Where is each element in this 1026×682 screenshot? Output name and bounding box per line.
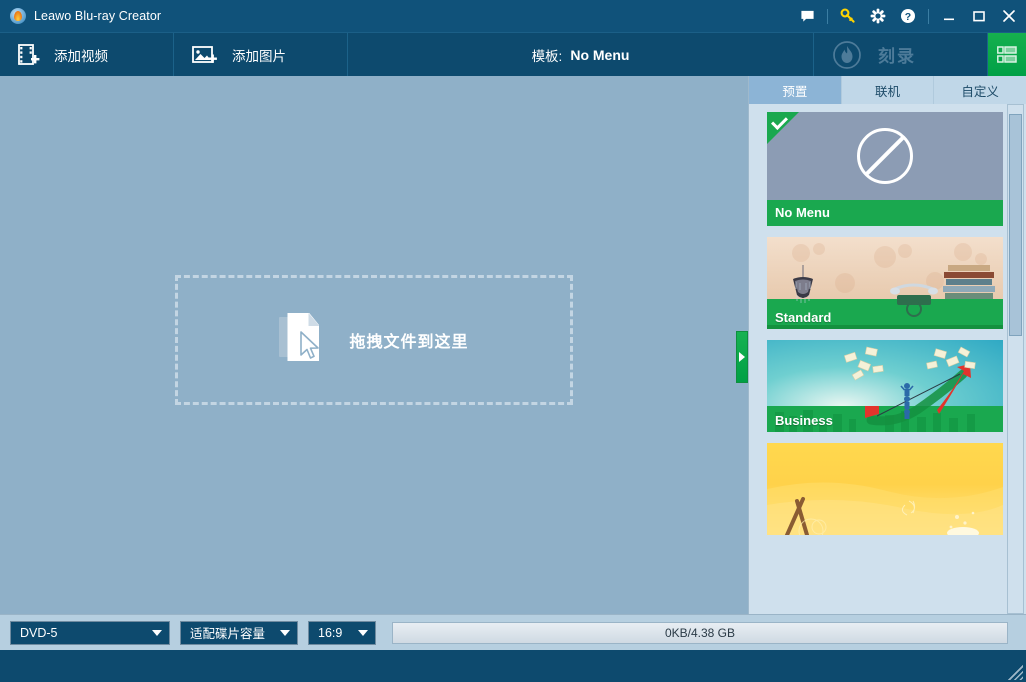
template-list: No Menu [767,112,1016,535]
title-bar-controls: ? [792,0,1026,32]
burn-button[interactable]: 刻录 [814,33,988,76]
cursor-arrow-icon [299,331,321,361]
fit-mode-value: 适配碟片容量 [190,623,265,642]
scrollbar-thumb[interactable] [1009,114,1022,336]
add-photo-button[interactable]: 添加图片 [174,33,348,76]
template-card-business[interactable]: Business [767,340,1003,432]
yellow-artwork [767,443,1003,535]
gear-icon [870,8,886,24]
settings-button[interactable] [863,0,893,32]
speech-bubble-icon [800,9,815,24]
divider [928,9,929,24]
disc-type-value: DVD-5 [20,626,58,640]
template-scrollbar[interactable] [1007,104,1024,614]
divider [827,9,828,24]
template-indicator[interactable]: 模板: No Menu [348,33,814,76]
minimize-icon [942,9,956,23]
title-bar: Leawo Blu-ray Creator [0,0,1026,32]
yellow-art-svg [767,443,1003,535]
resize-grip[interactable] [1007,664,1023,680]
template-tabs: 预置 联机 自定义 [749,76,1026,104]
template-card-yellow[interactable] [767,443,1003,535]
maximize-button[interactable] [964,0,994,32]
aspect-ratio-value: 16:9 [318,626,342,640]
template-thumbnail [767,112,1003,200]
file-dropzone[interactable]: 拖拽文件到这里 [175,275,573,405]
template-value: No Menu [570,47,629,63]
content-area[interactable]: 拖拽文件到这里 [0,76,748,614]
disc-type-select[interactable]: DVD-5 [10,621,170,645]
application-window: Leawo Blu-ray Creator [0,0,1026,682]
title-bar-left: Leawo Blu-ray Creator [0,8,161,24]
leawo-flame-disc-icon [10,8,26,24]
close-icon [1001,8,1017,24]
chevron-down-icon [280,630,290,636]
svg-text:?: ? [905,11,911,23]
feedback-button[interactable] [792,0,822,32]
template-thumbnail: Business [767,340,1003,432]
add-video-button[interactable]: 添加视频 [0,33,174,76]
template-name: Standard [775,310,831,325]
dropzone-label: 拖拽文件到这里 [349,328,468,352]
template-name: No Menu [775,205,830,220]
fit-mode-select[interactable]: 适配碟片容量 [180,621,298,645]
template-label-bar: No Menu [767,200,1003,226]
tab-custom[interactable]: 自定义 [934,76,1026,104]
panel-collapse-handle[interactable] [736,331,748,383]
body-area: 拖拽文件到这里 预置 联机 自定义 [0,76,1026,614]
template-card-standard[interactable]: Standard [767,237,1003,329]
template-side-panel: 预置 联机 自定义 No Menu [748,76,1026,614]
window-title: Leawo Blu-ray Creator [34,9,161,23]
template-name: Business [775,413,833,428]
minimize-button[interactable] [934,0,964,32]
capacity-text: 0KB/4.38 GB [665,626,735,640]
maximize-icon [972,9,986,23]
document-cursor-icon [279,313,327,367]
close-button[interactable] [994,0,1024,32]
status-bar [0,650,1026,682]
chevron-down-icon [358,630,368,636]
no-entry-icon [857,128,913,184]
layout-panel-icon [996,45,1018,65]
flame-circle-icon [832,40,862,70]
template-card-no-menu[interactable]: No Menu [767,112,1003,226]
question-circle-icon: ? [900,8,916,24]
add-photo-label: 添加图片 [232,45,286,65]
burn-label: 刻录 [878,42,916,67]
film-plus-icon [18,43,40,67]
register-button[interactable] [833,0,863,32]
template-label: 模板: [532,45,563,65]
capacity-bar: 0KB/4.38 GB [392,622,1008,644]
chevron-down-icon [152,630,162,636]
image-plus-icon [192,43,218,67]
triangle-right-icon [739,352,745,362]
key-icon [840,8,856,24]
help-button[interactable]: ? [893,0,923,32]
template-thumbnail [767,443,1003,535]
bottom-bar: DVD-5 适配碟片容量 16:9 0KB/4.38 GB [0,614,1026,650]
aspect-ratio-select[interactable]: 16:9 [308,621,376,645]
tab-preset[interactable]: 预置 [749,76,842,104]
template-thumbnail: Standard [767,237,1003,329]
main-toolbar: 添加视频 添加图片 模板: No Menu 刻录 [0,32,1026,76]
panel-toggle-button[interactable] [988,33,1026,76]
add-video-label: 添加视频 [54,45,108,65]
tab-online[interactable]: 联机 [842,76,935,104]
template-list-scroll: No Menu [749,104,1026,614]
